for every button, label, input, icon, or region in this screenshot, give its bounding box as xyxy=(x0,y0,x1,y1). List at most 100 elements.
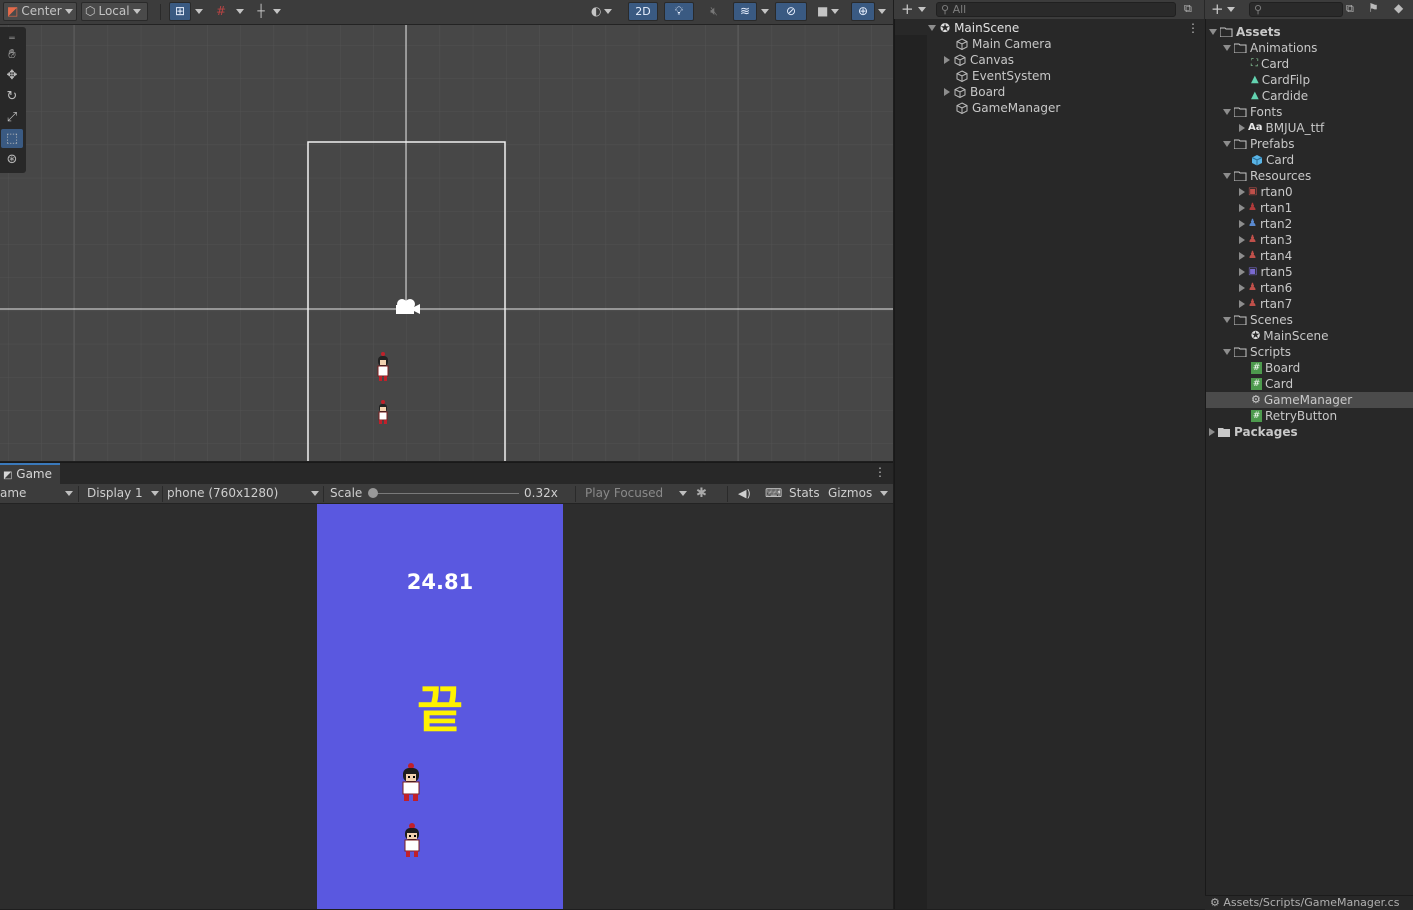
project-folder-prefabs[interactable]: Prefabs xyxy=(1223,136,1295,152)
search-by-type-icon[interactable]: ⧉ xyxy=(1346,2,1354,16)
resolution-dropdown[interactable]: phone (760x1280) xyxy=(167,484,278,503)
display-dropdown[interactable]: Display 1 xyxy=(87,484,143,503)
more-options-icon[interactable]: ⋮ xyxy=(874,465,886,479)
space-mode-dropdown[interactable]: ⬡ Local xyxy=(81,2,148,21)
speaker-icon[interactable]: ◀︎) xyxy=(738,484,751,503)
expand-arrow-icon[interactable] xyxy=(1239,252,1245,260)
project-folder-resources[interactable]: Resources xyxy=(1223,168,1311,184)
draw-mode-dropdown[interactable]: ◐ xyxy=(587,2,623,21)
scene-visibility-button[interactable]: ⊘ xyxy=(775,2,807,21)
scene-root-item[interactable]: ✪ MainScene xyxy=(928,20,1019,36)
hand-tool-button[interactable]: ✋︎ xyxy=(1,45,23,64)
expand-arrow-icon[interactable] xyxy=(1239,300,1245,308)
chevron-down-icon[interactable] xyxy=(878,9,886,14)
tag-icon[interactable]: ◆ xyxy=(1394,1,1403,15)
chevron-down-icon[interactable] xyxy=(880,491,888,496)
chevron-down-icon[interactable] xyxy=(1227,7,1235,12)
expand-arrow-icon[interactable] xyxy=(1223,141,1231,147)
project-asset-sprite[interactable]: ▣ rtan0 xyxy=(1239,184,1293,200)
project-asset-script-selected[interactable]: ⚙ GameManager xyxy=(1206,392,1413,408)
chevron-down-icon[interactable] xyxy=(311,491,319,496)
toggle-2d-button[interactable]: 2D xyxy=(628,2,658,21)
scene-view[interactable] xyxy=(0,25,893,461)
project-asset-sprite[interactable]: ♟ rtan4 xyxy=(1239,248,1292,264)
more-options-icon[interactable]: ⋮ xyxy=(1187,21,1199,35)
expand-arrow-icon[interactable] xyxy=(1239,204,1245,212)
project-folder-fonts[interactable]: Fonts xyxy=(1223,104,1282,120)
grid-visibility-button[interactable]: # xyxy=(210,2,232,21)
project-asset-sprite[interactable]: ▣ rtan5 xyxy=(1239,264,1293,280)
project-asset-sprite[interactable]: ♟ rtan6 xyxy=(1239,280,1292,296)
expand-arrow-icon[interactable] xyxy=(1239,268,1245,276)
hierarchy-item-board[interactable]: Board xyxy=(944,84,1005,100)
expand-arrow-icon[interactable] xyxy=(1223,45,1231,51)
chevron-down-icon[interactable] xyxy=(273,9,281,14)
rect-tool-button[interactable]: ⬚ xyxy=(1,129,23,148)
add-icon[interactable]: + xyxy=(901,0,914,18)
chevron-down-icon[interactable] xyxy=(761,9,769,14)
hierarchy-search-input[interactable]: ⚲ All xyxy=(936,2,1176,17)
hierarchy-item-eventsystem[interactable]: EventSystem xyxy=(956,68,1051,84)
card-sprite[interactable] xyxy=(401,822,423,858)
hierarchy-item-canvas[interactable]: Canvas xyxy=(944,52,1014,68)
bug-icon[interactable]: ✱ xyxy=(696,484,707,503)
expand-arrow-icon[interactable] xyxy=(1239,124,1245,132)
expand-arrow-icon[interactable] xyxy=(1223,109,1231,115)
tab-game[interactable]: ◩ Game xyxy=(0,463,60,484)
chevron-down-icon[interactable] xyxy=(195,9,203,14)
transform-tool-button[interactable]: ⊛ xyxy=(1,150,23,169)
play-mode-dropdown[interactable]: Play Focused xyxy=(585,484,663,503)
card-sprite[interactable] xyxy=(399,762,423,802)
project-folder-scripts[interactable]: Scripts xyxy=(1223,344,1291,360)
scale-tool-button[interactable]: ⤢ xyxy=(1,108,23,127)
project-asset-prefab[interactable]: Card xyxy=(1251,152,1294,168)
project-asset-animation[interactable]: ▲ CardFilp xyxy=(1251,72,1310,88)
rotate-tool-button[interactable]: ↻ xyxy=(1,87,23,106)
project-folder-packages[interactable]: Packages xyxy=(1209,424,1298,440)
project-asset-sprite[interactable]: ♟ rtan1 xyxy=(1239,200,1292,216)
expand-arrow-icon[interactable] xyxy=(1209,29,1217,35)
project-asset-script[interactable]: # Card xyxy=(1251,376,1293,392)
chevron-down-icon[interactable] xyxy=(65,491,73,496)
project-search-input[interactable]: ⚲ xyxy=(1249,2,1343,17)
expand-arrow-icon[interactable] xyxy=(1223,317,1231,323)
project-folder-assets[interactable]: Assets xyxy=(1209,24,1281,40)
project-folder-animations[interactable]: Animations xyxy=(1223,40,1317,56)
expand-arrow-icon[interactable] xyxy=(944,56,950,64)
gizmos-toggle-button[interactable]: ⊕ xyxy=(851,2,875,21)
move-tool-button[interactable]: ✥ xyxy=(1,66,23,85)
card-sprite[interactable] xyxy=(375,350,391,382)
chevron-down-icon[interactable] xyxy=(151,491,159,496)
gizmos-button[interactable]: Gizmos xyxy=(828,484,872,503)
project-asset-script[interactable]: # Board xyxy=(1251,360,1300,376)
audio-toggle-button[interactable]: 🔇︎ xyxy=(700,2,728,21)
lighting-toggle-button[interactable]: 💡︎ xyxy=(664,2,694,21)
project-asset-sprite[interactable]: ♟ rtan3 xyxy=(1239,232,1292,248)
project-asset-sprite[interactable]: ♟ rtan2 xyxy=(1239,216,1292,232)
hierarchy-item-gamemanager[interactable]: GameManager xyxy=(956,100,1060,116)
expand-arrow-icon[interactable] xyxy=(928,25,936,31)
expand-arrow-icon[interactable] xyxy=(1239,188,1245,196)
expand-arrow-icon[interactable] xyxy=(1223,349,1231,355)
expand-arrow-icon[interactable] xyxy=(1239,220,1245,228)
keyboard-icon[interactable]: ⌨︎ xyxy=(765,484,782,503)
project-asset-scene[interactable]: ✪ MainScene xyxy=(1251,328,1328,344)
add-icon[interactable]: + xyxy=(1211,0,1224,18)
chevron-down-icon[interactable] xyxy=(918,7,926,12)
card-sprite[interactable] xyxy=(376,399,390,425)
filter-icon[interactable]: ⚑ xyxy=(1368,1,1379,15)
hierarchy-item-main-camera[interactable]: Main Camera xyxy=(956,36,1052,52)
project-asset-script[interactable]: # RetryButton xyxy=(1251,408,1337,424)
stats-button[interactable]: Stats xyxy=(789,484,820,503)
project-folder-scenes[interactable]: Scenes xyxy=(1223,312,1293,328)
scale-slider-thumb[interactable] xyxy=(368,488,378,498)
game-view-mode-label[interactable]: ame xyxy=(0,484,26,503)
camera-gizmo-icon[interactable] xyxy=(393,297,421,317)
effects-toggle-button[interactable]: ≋ xyxy=(733,2,757,21)
project-asset-font[interactable]: Aa BMJUA_ttf xyxy=(1239,120,1324,136)
project-asset-animation[interactable]: ⛶ Card xyxy=(1251,56,1289,72)
project-asset-sprite[interactable]: ♟ rtan7 xyxy=(1239,296,1292,312)
expand-arrow-icon[interactable] xyxy=(1239,236,1245,244)
expand-arrow-icon[interactable] xyxy=(1239,284,1245,292)
camera-settings-dropdown[interactable]: ■ xyxy=(813,2,847,21)
